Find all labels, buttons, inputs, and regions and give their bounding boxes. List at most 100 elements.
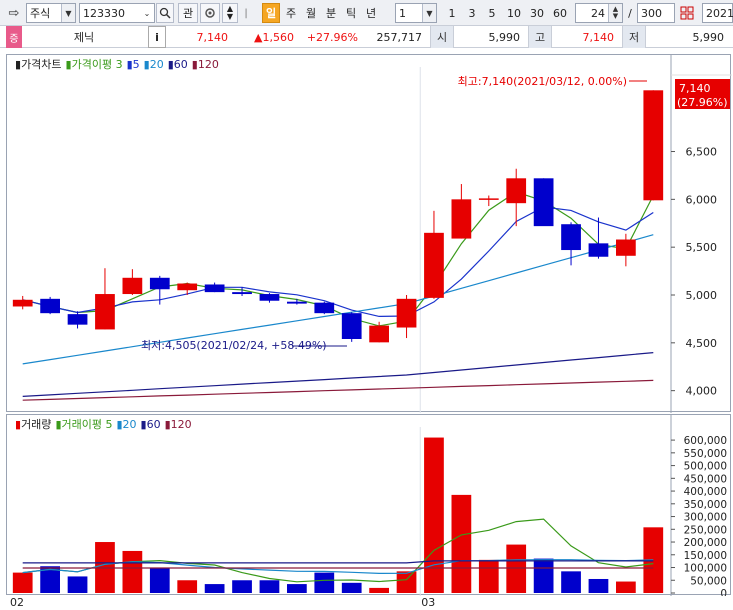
volume-bar[interactable] [232,580,252,593]
stepper-icon[interactable]: ▲ ▼ [222,3,238,23]
y-tick-label: 100,000 [684,563,727,575]
candle-body[interactable] [533,178,554,227]
volume-bar[interactable] [122,550,143,593]
volume-bar[interactable] [287,584,307,593]
candle-body[interactable] [478,198,499,200]
candle-body[interactable] [122,277,143,295]
candle-body[interactable] [232,292,252,295]
legend-volume[interactable]: ▮거래량 [15,416,51,432]
candle-body[interactable] [451,199,472,239]
candle-body[interactable] [561,224,581,251]
quick-button-5[interactable]: 5 [483,3,501,23]
candle-body[interactable] [424,232,444,298]
volume-bar[interactable] [561,571,581,593]
volume-bar[interactable] [149,567,170,593]
candle-body[interactable] [95,294,115,330]
candle-body[interactable] [40,298,60,314]
legend-vol-ma20[interactable]: ▮20 [116,418,136,431]
chevron-down-icon[interactable]: ▼ [422,4,436,22]
legend-ma120[interactable]: ▮120 [192,58,219,71]
date-input[interactable]: 2021/ [702,3,733,23]
candle-body[interactable] [314,302,335,314]
volume-bar[interactable] [204,584,225,593]
candle-body[interactable] [643,90,664,201]
period-button-minute[interactable]: 분 [322,3,340,23]
legend-ma3[interactable]: ▮가격이평 3 [66,56,123,72]
code-menu-icon[interactable]: ⇨ [4,3,24,23]
candle-body[interactable] [67,314,88,325]
y-tick-label: 0 [720,588,727,596]
chevron-down-icon[interactable]: ▼ [61,4,75,22]
candle-body[interactable] [287,301,307,304]
price-chart-panel[interactable]: 6,500 6,000 5,500 5,000 4,500 4,000 최고:7,140(… [6,54,732,413]
volume-bar[interactable] [424,437,444,593]
volume-bar[interactable] [177,580,198,593]
watchlist-button[interactable]: 관 [178,3,198,23]
candle-body[interactable] [588,243,609,257]
volume-chart[interactable]: 600,000550,000500,000450,000400,000350,0… [7,415,732,596]
candle-body[interactable] [177,283,198,291]
quick-button-3[interactable]: 3 [463,3,481,23]
market-select-value: 주식 [30,7,51,20]
candle-body[interactable] [616,239,636,256]
candle-body[interactable] [149,277,170,290]
candle-body[interactable] [396,298,417,328]
period-button-week[interactable]: 주 [282,3,300,23]
quick-button-30[interactable]: 30 [526,3,548,23]
period-button-year[interactable]: 년 [362,3,380,23]
period-button-day[interactable]: 일 [262,3,280,23]
quick-button-1[interactable]: 1 [443,3,461,23]
volume-bar[interactable] [259,580,280,593]
candle-body[interactable] [506,178,527,204]
volume-bar[interactable] [314,572,335,593]
volume-bar[interactable] [67,576,88,593]
stepper-icon[interactable]: ▲ ▼ [608,4,622,22]
volume-bar[interactable] [341,582,362,593]
code-input[interactable]: 123330 ⌄ [79,3,155,23]
legend-ma60[interactable]: ▮60 [168,58,188,71]
total-input[interactable]: 300 [637,3,675,23]
search-icon[interactable] [156,3,174,23]
legend-vol-ma60[interactable]: ▮60 [141,418,161,431]
volume-bar[interactable] [506,544,527,593]
period-button-month[interactable]: 월 [302,3,320,23]
volume-bar[interactable] [12,572,33,593]
volume-bar[interactable] [451,494,472,593]
candle-body[interactable] [12,299,33,307]
y-tick-label: 600,000 [684,435,727,447]
legend-ma5[interactable]: ▮5 [127,58,140,71]
volume-bar[interactable] [533,558,554,593]
volume-bar[interactable] [396,571,417,593]
candle-body[interactable] [341,313,362,339]
count-value: 24 [591,6,605,20]
code-input-value: 123330 [83,6,125,20]
grid-settings-icon[interactable] [677,3,697,23]
volume-chart-panel[interactable]: 600,000 550,000 500,000 450,000 400,000 350,0… [6,414,732,596]
volume-bar[interactable] [478,559,499,593]
volume-bar[interactable] [616,581,636,593]
price-chart[interactable]: 6,500 6,000 5,500 5,000 4,500 4,000 최고:7,140(… [7,55,732,413]
chevron-down-icon[interactable]: ⌄ [140,4,154,22]
legend-vol-ma120[interactable]: ▮120 [165,418,192,431]
quick-button-10[interactable]: 10 [503,3,525,23]
y-tick-label: 5,500 [686,241,718,254]
settings-icon[interactable] [200,3,220,23]
y-tick-label: 6,000 [686,193,718,206]
volume-bar[interactable] [588,578,609,593]
info-button[interactable]: i [148,26,166,48]
candle-body[interactable] [204,284,225,293]
count-separator: / [628,6,632,20]
legend-ma20[interactable]: ▮20 [144,58,164,71]
candle-body[interactable] [369,325,389,343]
market-select[interactable]: 주식 ▼ [26,3,76,23]
vol-ma20-line [22,559,654,575]
interval-select[interactable]: 1 ▼ [395,3,437,23]
legend-vol-ma5[interactable]: ▮거래이평 5 [55,416,112,432]
y-tick-label: 50,000 [690,575,727,587]
legend-price-chart[interactable]: ▮가격차트 [15,56,62,72]
candle-body[interactable] [259,294,280,301]
volume-bar[interactable] [369,587,389,593]
quick-button-60[interactable]: 60 [549,3,571,23]
period-button-tick[interactable]: 틱 [342,3,360,23]
count-stepper[interactable]: 24 ▲ ▼ [575,3,623,23]
